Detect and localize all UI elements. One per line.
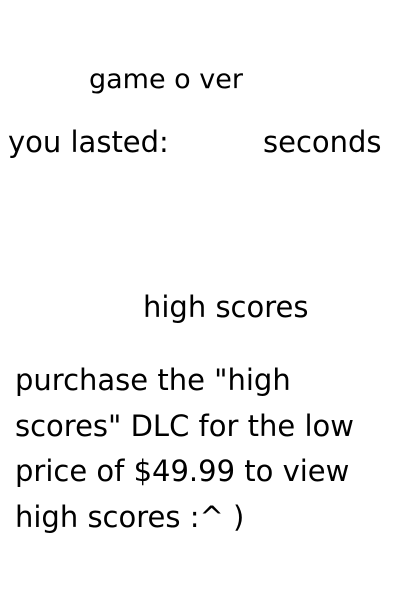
- game-over-screen: { "game_over": { "title": "game o ver", …: [0, 0, 400, 600]
- survival-time-label: you lasted:: [8, 125, 169, 159]
- game-over-title: game o ver: [89, 64, 243, 95]
- high-scores-heading: high scores: [143, 290, 309, 324]
- survival-time-unit: seconds: [263, 125, 382, 159]
- high-scores-dlc-message: purchase the "high scores" DLC for the l…: [15, 363, 354, 534]
